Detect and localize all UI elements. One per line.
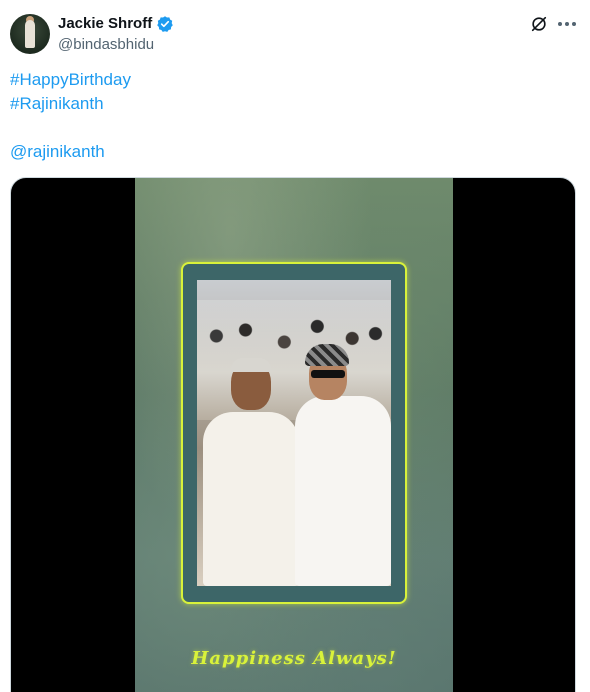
- more-icon[interactable]: [558, 22, 576, 28]
- person-right-body: [295, 396, 391, 586]
- avatar-figure: [25, 20, 35, 48]
- author-handle[interactable]: @bindasbhidu: [58, 36, 154, 53]
- person-right-cap: [305, 344, 349, 366]
- verified-badge-icon: [157, 16, 173, 32]
- person-right-sunglasses: [311, 370, 345, 378]
- avatar[interactable]: [10, 14, 50, 54]
- video-caption: Happiness Always!: [191, 648, 397, 669]
- mention-rajinikanth[interactable]: @rajinikanth: [10, 142, 105, 161]
- photo: [197, 280, 391, 586]
- video-frame[interactable]: Happiness Always!: [135, 178, 453, 692]
- grok-icon[interactable]: [530, 15, 548, 33]
- hashtag-rajinikanth[interactable]: #Rajinikanth: [10, 94, 104, 113]
- media-container[interactable]: Happiness Always!: [10, 177, 576, 692]
- photo-frame: [181, 262, 407, 604]
- person-left-hair: [231, 358, 271, 372]
- tweet-text: #HappyBirthday #Rajinikanth @rajinikanth: [10, 68, 131, 164]
- person-left-body: [203, 412, 299, 586]
- display-name[interactable]: Jackie Shroff: [58, 15, 152, 32]
- hashtag-happybirthday[interactable]: #HappyBirthday: [10, 70, 131, 89]
- tweet: Jackie Shroff @bindasbhidu #HappyBirthda…: [0, 0, 590, 692]
